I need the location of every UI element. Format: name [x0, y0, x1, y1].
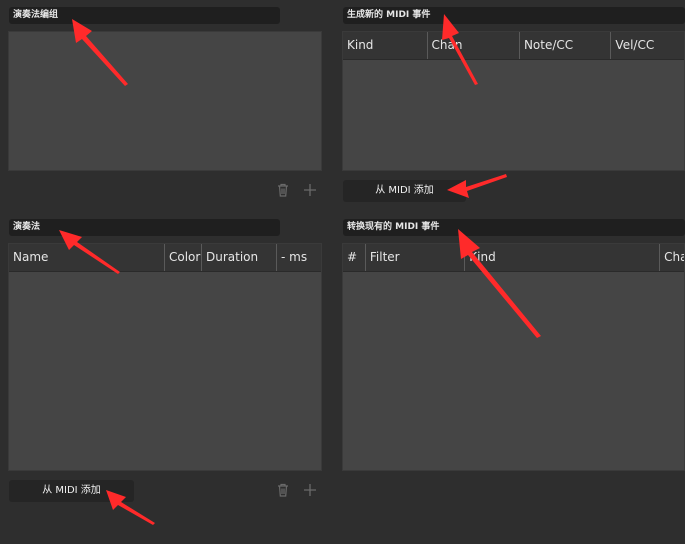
articulation-groups-title: 演奏法编组 [9, 7, 280, 24]
column-chan[interactable]: Chan [428, 32, 520, 59]
column-note-cc[interactable]: Note/CC [520, 32, 612, 59]
column-kind[interactable]: Kind [343, 32, 428, 59]
articulation-groups-list[interactable] [8, 31, 322, 171]
convert-events-table-header: # Filter Kind Chan [343, 244, 684, 272]
convert-events-table[interactable]: # Filter Kind Chan [342, 243, 685, 471]
trash-icon[interactable] [275, 482, 291, 498]
column-duration[interactable]: Duration [202, 244, 277, 271]
generate-events-table-header: Kind Chan Note/CC Vel/CC [343, 32, 684, 60]
convert-events-title: 转换现有的 MIDI 事件 [343, 219, 685, 236]
column-name[interactable]: Name [9, 244, 165, 271]
column-kind[interactable]: Kind [465, 244, 661, 271]
plus-icon[interactable] [302, 482, 318, 498]
plus-icon[interactable] [302, 182, 318, 198]
add-from-midi-button[interactable]: 从 MIDI 添加 [9, 480, 134, 502]
column-color[interactable]: Color [165, 244, 202, 271]
generate-events-title: 生成新的 MIDI 事件 [343, 7, 685, 24]
trash-icon[interactable] [275, 182, 291, 198]
add-from-midi-button[interactable]: 从 MIDI 添加 [343, 180, 466, 202]
column-index[interactable]: # [343, 244, 366, 271]
articulations-title: 演奏法 [9, 219, 280, 236]
articulations-table[interactable]: Name Color Duration - ms [8, 243, 322, 471]
articulations-table-header: Name Color Duration - ms [9, 244, 321, 272]
generate-events-table[interactable]: Kind Chan Note/CC Vel/CC [342, 31, 685, 171]
column-ms[interactable]: - ms [277, 244, 321, 271]
column-chan[interactable]: Chan [660, 244, 684, 271]
column-vel-cc[interactable]: Vel/CC [611, 32, 684, 59]
column-filter[interactable]: Filter [366, 244, 466, 271]
